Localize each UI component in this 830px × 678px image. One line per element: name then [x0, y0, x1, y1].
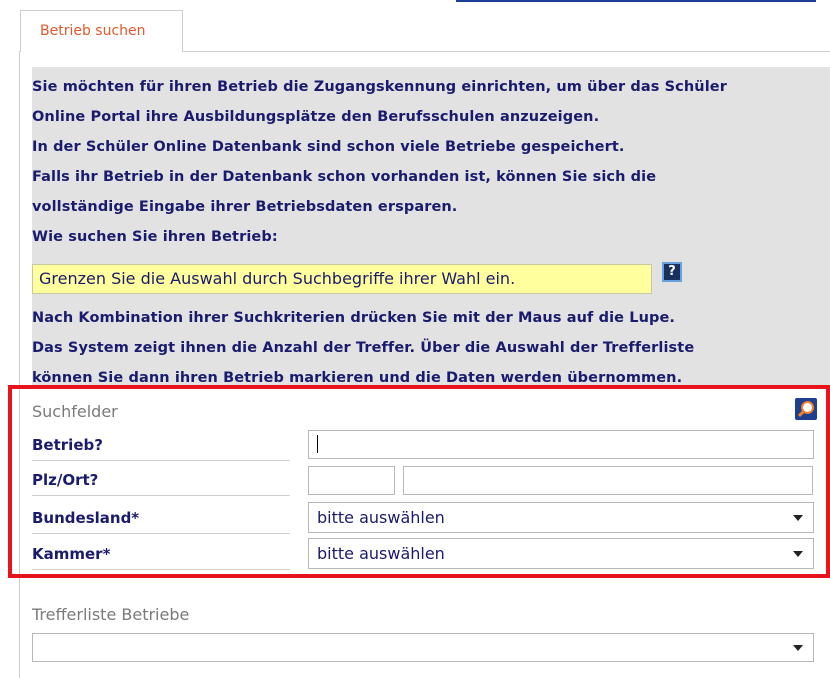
chevron-down-icon [793, 515, 803, 521]
bundesland-select[interactable]: bitte auswählen [308, 502, 814, 533]
info-text-line: Das System zeigt ihnen die Anzahl der Tr… [32, 340, 695, 356]
kammer-select[interactable]: bitte auswählen [308, 538, 814, 569]
trefferliste-select[interactable] [32, 633, 814, 662]
tab-label: Betrieb suchen [40, 23, 146, 39]
kammer-select-value: bitte auswählen [317, 544, 445, 563]
info-text-line: Sie möchten für ihren Betrieb die Zugang… [32, 79, 727, 95]
chevron-down-icon [793, 551, 803, 557]
search-hint-box: Grenzen Sie die Auswahl durch Suchbegrif… [32, 264, 652, 294]
label-kammer: Kammer* [32, 541, 290, 570]
info-text-line: vollständige Eingabe ihrer Betriebsdaten… [32, 199, 458, 215]
info-text-line: Nach Kombination ihrer Suchkriterien drü… [32, 310, 676, 326]
plz-input[interactable] [308, 466, 395, 495]
section-title-trefferliste: Trefferliste Betriebe [32, 605, 190, 624]
ort-input[interactable] [403, 466, 813, 495]
magnifier-handle [797, 409, 806, 418]
label-betrieb: Betrieb? [32, 432, 290, 461]
info-text-line: Falls ihr Betrieb in der Datenbank schon… [32, 169, 657, 185]
chevron-down-icon [793, 645, 803, 651]
help-button[interactable]: ? [662, 262, 682, 282]
label-bundesland: Bundesland* [32, 505, 290, 534]
info-box: Sie möchten für ihren Betrieb die Zugang… [32, 67, 830, 385]
section-title-suchfelder: Suchfelder [32, 402, 118, 421]
search-icon[interactable] [795, 398, 817, 420]
info-text-line: Wie suchen Sie ihren Betrieb: [32, 229, 278, 245]
betrieb-input[interactable] [308, 430, 814, 459]
bundesland-select-value: bitte auswählen [317, 508, 445, 527]
top-rule [456, 0, 816, 2]
info-text-line: Online Portal ihre Ausbildungsplätze den… [32, 109, 600, 125]
text-caret [317, 435, 318, 453]
label-plz-ort: Plz/Ort? [32, 467, 290, 496]
info-text-line: können Sie dann ihren Betrieb markieren … [32, 370, 683, 385]
info-text-line: In der Schüler Online Datenbank sind sch… [32, 139, 625, 155]
tab-betrieb-suchen[interactable]: Betrieb suchen [20, 10, 183, 52]
